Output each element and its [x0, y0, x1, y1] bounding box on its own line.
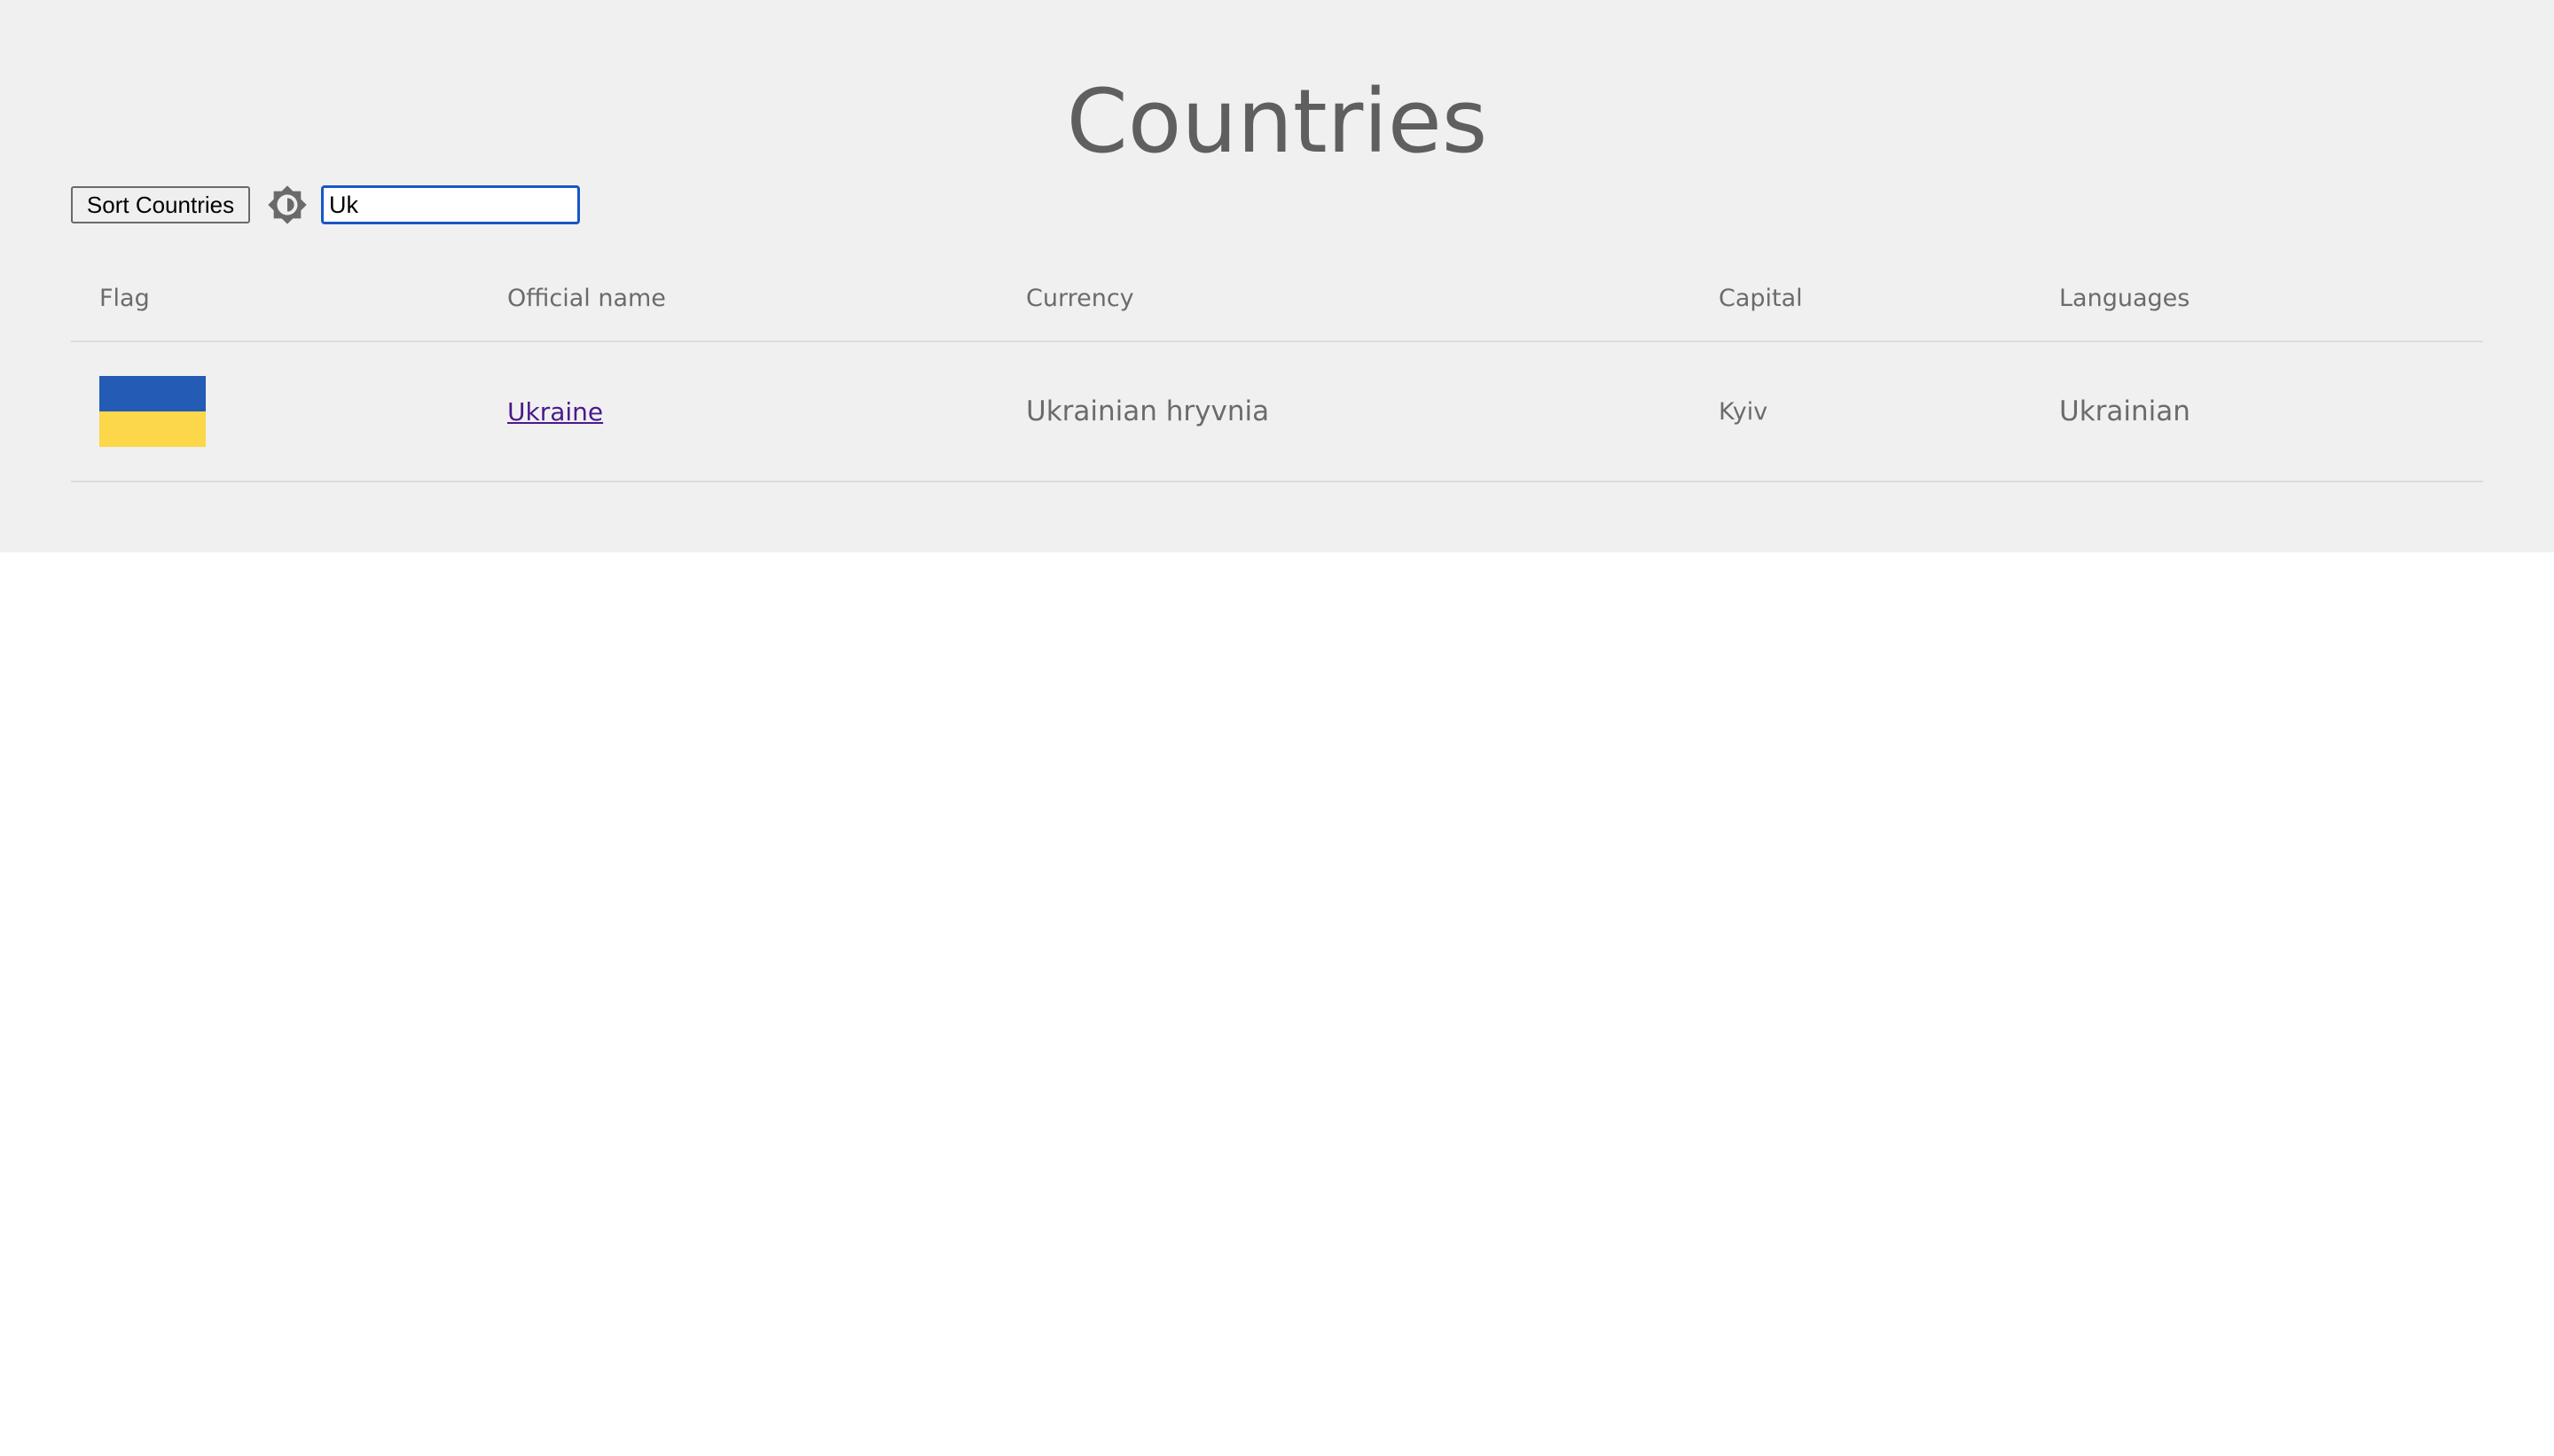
- capital-cell: Kyiv: [1690, 341, 2031, 482]
- brightness-icon-graphic: [268, 185, 307, 224]
- country-link[interactable]: Ukraine: [507, 397, 603, 427]
- header-official-name: Official name: [479, 255, 998, 342]
- search-input[interactable]: [321, 185, 580, 224]
- header-currency: Currency: [998, 255, 1690, 342]
- header-flag: Flag: [71, 255, 479, 342]
- sort-countries-button[interactable]: Sort Countries: [71, 186, 250, 223]
- countries-panel: Countries Sort Countries Flag Official n…: [0, 0, 2554, 552]
- brightness-icon[interactable]: [266, 184, 309, 226]
- official-name-cell: Ukraine: [479, 341, 998, 482]
- page-title: Countries: [1066, 71, 1488, 173]
- flag-image-ukraine: [99, 376, 206, 447]
- flag-bottom-stripe: [99, 411, 206, 447]
- table-header-row: Flag Official name Currency Capital Lang…: [71, 255, 2483, 342]
- flag-top-stripe: [99, 376, 206, 411]
- languages-cell: Ukrainian: [2031, 341, 2483, 482]
- header-languages: Languages: [2031, 255, 2483, 342]
- table-row: Ukraine Ukrainian hryvnia Kyiv Ukrainian: [71, 341, 2483, 482]
- controls-bar: Sort Countries: [71, 184, 580, 225]
- header-capital: Capital: [1690, 255, 2031, 342]
- currency-cell: Ukrainian hryvnia: [998, 341, 1690, 482]
- flag-cell: [71, 341, 479, 482]
- countries-table: Flag Official name Currency Capital Lang…: [71, 255, 2483, 482]
